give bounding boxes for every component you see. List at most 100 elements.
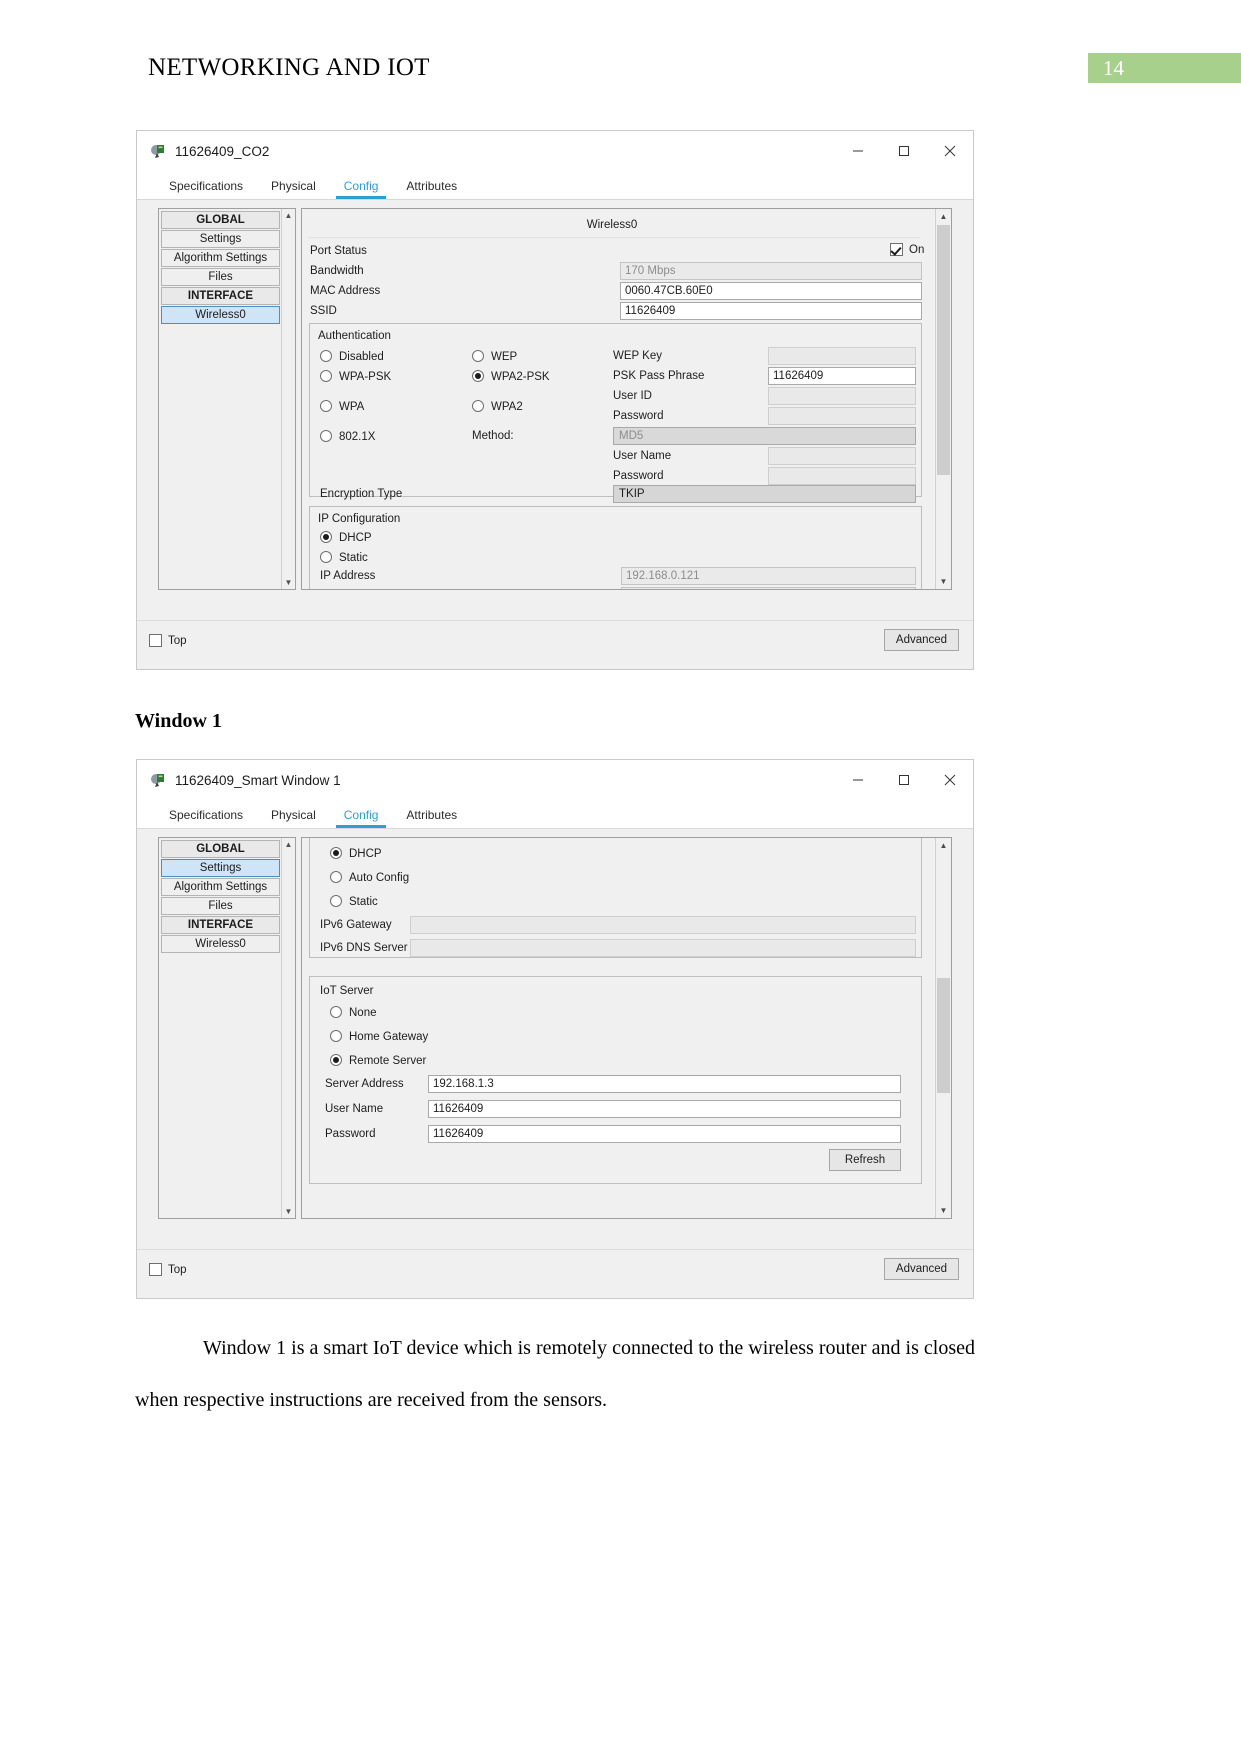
ipv6-dns-server-field[interactable] <box>410 939 916 957</box>
tab-specifications[interactable]: Specifications <box>155 808 257 828</box>
wep-key-field <box>768 347 916 365</box>
top-checkbox[interactable]: Top <box>149 634 187 648</box>
smart-nav-list: GLOBAL Settings Algorithm Settings Files… <box>161 840 280 954</box>
tab-physical[interactable]: Physical <box>257 179 330 199</box>
authentication-title: Authentication <box>318 330 391 342</box>
nav-item-wireless0[interactable]: Wireless0 <box>161 306 280 324</box>
wireless0-panel-heading: Wireless0 <box>586 219 638 231</box>
scrollbar-thumb[interactable] <box>937 978 950 1093</box>
eap-password-field <box>768 467 916 485</box>
smart-tabstrip: Specifications Physical Config Attribute… <box>137 800 973 829</box>
ipv6-dns-server-label: IPv6 DNS Server <box>320 942 408 954</box>
close-icon[interactable] <box>927 131 973 171</box>
maximize-icon[interactable] <box>881 760 927 800</box>
radio-auth-8021x[interactable]: 802.1X <box>320 430 375 444</box>
ipv6-gateway-field[interactable] <box>410 916 916 934</box>
authentication-group: Authentication Disabled WPA-PSK WPA 802.… <box>309 323 922 503</box>
ipv6-configuration-group: DHCP Auto Config Static IPv6 Gateway IPv… <box>309 838 922 958</box>
radio-auth-wpa[interactable]: WPA <box>320 400 364 414</box>
psk-pass-phrase-label: PSK Pass Phrase <box>613 370 705 382</box>
server-address-field[interactable]: 192.168.1.3 <box>428 1075 901 1093</box>
page-number-badge: 14 <box>1088 53 1241 83</box>
smart-body: GLOBAL Settings Algorithm Settings Files… <box>137 829 973 1298</box>
caption-window-1: Window 1 <box>135 710 222 732</box>
nav-item-files[interactable]: Files <box>161 897 280 915</box>
encryption-type-dropdown[interactable]: TKIP <box>613 485 916 503</box>
ssid-field[interactable]: 11626409 <box>620 302 922 320</box>
iot-user-name-label: User Name <box>325 1103 384 1115</box>
port-status-on-checkbox[interactable]: On <box>890 243 924 257</box>
radio-ip-static[interactable]: Static <box>320 551 368 565</box>
mac-address-label: MAC Address <box>310 285 381 297</box>
radio-ipv6-static[interactable]: Static <box>330 895 378 909</box>
radio-ip-dhcp[interactable]: DHCP <box>320 531 372 545</box>
advanced-button[interactable]: Advanced <box>884 629 959 651</box>
tab-physical[interactable]: Physical <box>257 808 330 828</box>
page-number-value: 14 <box>1103 56 1124 80</box>
iot-password-field[interactable]: 11626409 <box>428 1125 901 1143</box>
radio-iot-home-gateway[interactable]: Home Gateway <box>330 1030 428 1044</box>
tab-specifications[interactable]: Specifications <box>155 179 257 199</box>
packet-tracer-device-icon <box>150 772 166 788</box>
chevron-down-icon[interactable]: ▼ <box>282 1205 295 1218</box>
tab-attributes[interactable]: Attributes <box>392 808 471 828</box>
user-id-field <box>768 387 916 405</box>
tab-config[interactable]: Config <box>330 179 393 199</box>
co2-config-pane: Wireless0 Port Status On Bandwidth 170 M… <box>301 208 952 590</box>
nav-group-global: GLOBAL <box>161 840 280 858</box>
psk-pass-phrase-field[interactable]: 11626409 <box>768 367 916 385</box>
smart-pane-scrollbar[interactable]: ▲ ▼ <box>935 838 951 1218</box>
scrollbar-thumb[interactable] <box>937 225 950 475</box>
tab-config[interactable]: Config <box>330 808 393 828</box>
smart-nav-panel: GLOBAL Settings Algorithm Settings Files… <box>158 837 296 1219</box>
server-address-label: Server Address <box>325 1078 404 1090</box>
document-header: NETWORKING AND IOT <box>148 52 1241 86</box>
radio-auth-wpa-psk[interactable]: WPA-PSK <box>320 370 391 384</box>
radio-ipv6-dhcp[interactable]: DHCP <box>330 847 382 861</box>
radio-auth-wep[interactable]: WEP <box>472 350 517 364</box>
chevron-up-icon[interactable]: ▲ <box>936 838 951 853</box>
smart-window-controls <box>835 760 973 800</box>
radio-ipv6-auto-config[interactable]: Auto Config <box>330 871 409 885</box>
mac-address-field[interactable]: 0060.47CB.60E0 <box>620 282 922 300</box>
close-icon[interactable] <box>927 760 973 800</box>
minimize-icon[interactable] <box>835 760 881 800</box>
radio-auth-wpa2-psk[interactable]: WPA2-PSK <box>472 370 550 384</box>
minimize-icon[interactable] <box>835 131 881 171</box>
advanced-button[interactable]: Advanced <box>884 1258 959 1280</box>
co2-nav-scrollbar[interactable]: ▲ ▼ <box>281 209 295 589</box>
subnet-mask-field: 255.255.255.0 <box>621 587 916 589</box>
tab-attributes[interactable]: Attributes <box>392 179 471 199</box>
maximize-icon[interactable] <box>881 131 927 171</box>
nav-item-algorithm-settings[interactable]: Algorithm Settings <box>161 878 280 896</box>
chevron-down-icon[interactable]: ▼ <box>936 574 951 589</box>
refresh-button[interactable]: Refresh <box>829 1149 901 1171</box>
chevron-down-icon[interactable]: ▼ <box>936 1203 951 1218</box>
method-dropdown[interactable]: MD5 <box>613 427 916 445</box>
smart-nav-scrollbar[interactable]: ▲ ▼ <box>281 838 295 1218</box>
chevron-down-icon[interactable]: ▼ <box>282 576 295 589</box>
nav-item-algorithm-settings[interactable]: Algorithm Settings <box>161 249 280 267</box>
top-checkbox[interactable]: Top <box>149 1263 187 1277</box>
bandwidth-field: 170 Mbps <box>620 262 922 280</box>
eap-user-name-field <box>768 447 916 465</box>
co2-tabstrip: Specifications Physical Config Attribute… <box>137 171 973 200</box>
nav-item-settings[interactable]: Settings <box>161 230 280 248</box>
nav-item-wireless0[interactable]: Wireless0 <box>161 935 280 953</box>
nav-item-files[interactable]: Files <box>161 268 280 286</box>
chevron-up-icon[interactable]: ▲ <box>282 838 295 851</box>
nav-item-settings[interactable]: Settings <box>161 859 280 877</box>
radio-auth-wpa2[interactable]: WPA2 <box>472 400 523 414</box>
window-smart-window-1: 11626409_Smart Window 1 Specifications P… <box>136 759 974 1299</box>
radio-iot-none[interactable]: None <box>330 1006 377 1020</box>
ipv6-gateway-label: IPv6 Gateway <box>320 919 392 931</box>
ssid-label: SSID <box>310 305 337 317</box>
co2-pane-scrollbar[interactable]: ▲ ▼ <box>935 209 951 589</box>
iot-user-name-field[interactable]: 11626409 <box>428 1100 901 1118</box>
window-co2: 11626409_CO2 Specifications Physical Con… <box>136 130 974 670</box>
co2-footer: Top Advanced <box>137 620 973 669</box>
radio-iot-remote-server[interactable]: Remote Server <box>330 1054 426 1068</box>
chevron-up-icon[interactable]: ▲ <box>936 209 951 224</box>
chevron-up-icon[interactable]: ▲ <box>282 209 295 222</box>
radio-auth-disabled[interactable]: Disabled <box>320 350 384 364</box>
